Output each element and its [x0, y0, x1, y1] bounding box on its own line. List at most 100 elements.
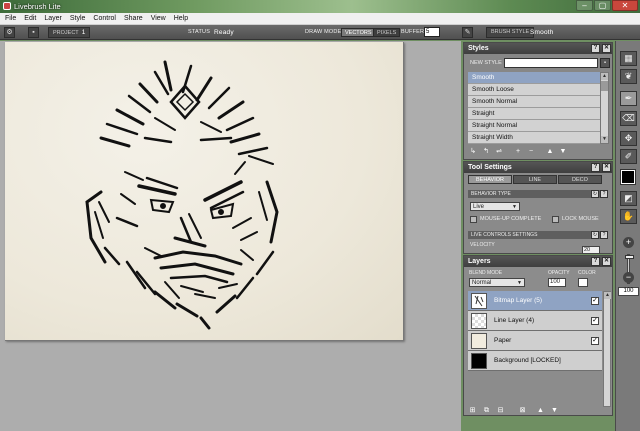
behavior-type-select[interactable]: Live ▼ — [470, 202, 520, 211]
zoom-value[interactable]: 100 — [618, 287, 639, 296]
menu-layer[interactable]: Layer — [44, 15, 62, 22]
new-style-label: NEW STYLE — [470, 60, 502, 66]
save-icon[interactable]: ▪ — [28, 27, 39, 38]
behavior-refresh-icon[interactable]: ↻ — [591, 190, 599, 198]
menu-control[interactable]: Control — [93, 15, 116, 22]
status-value: Ready — [214, 29, 234, 36]
layer-thumbnail — [471, 353, 487, 369]
add-style-icon[interactable]: + — [513, 147, 523, 157]
scroll-up-icon[interactable]: ▲ — [604, 292, 611, 299]
style-item-straight[interactable]: Straight — [468, 108, 600, 120]
hand-tool-icon[interactable]: ✋ — [620, 209, 637, 224]
layer-visibility-checkbox[interactable]: ✓ — [591, 337, 599, 345]
mouse-up-complete-checkbox[interactable]: MOUSE-UP COMPLETE — [470, 215, 541, 223]
tab-behavior[interactable]: BEHAVIOR — [468, 175, 512, 184]
checkbox-box[interactable] — [552, 215, 559, 223]
layer-color-swatch[interactable] — [578, 278, 588, 287]
mouse-up-complete-label: MOUSE-UP COMPLETE — [480, 216, 542, 222]
minimize-button[interactable]: – — [576, 0, 593, 11]
merge-layer-icon[interactable]: ⊟ — [496, 406, 505, 415]
layer-row-bitmap[interactable]: Bitmap Layer (5) ✓ — [468, 291, 602, 311]
move-style-down-icon[interactable]: ▼ — [558, 147, 568, 157]
new-layer-icon[interactable]: ⊞ — [468, 406, 477, 415]
zoom-slider-knob[interactable] — [625, 255, 634, 259]
menu-view[interactable]: View — [151, 15, 166, 22]
layer-row-line[interactable]: Line Layer (4) ✓ — [468, 311, 602, 331]
remove-style-icon[interactable]: − — [526, 147, 536, 157]
opacity-input[interactable]: 100 — [548, 278, 566, 287]
live-refresh-icon[interactable]: ↻ — [591, 231, 599, 239]
link-style-icon[interactable]: ⇌ — [494, 147, 504, 157]
new-style-save-icon[interactable]: ▪ — [600, 58, 610, 68]
brush-icon[interactable]: ✎ — [462, 27, 473, 38]
zoom-out-icon[interactable]: − — [623, 272, 634, 283]
fill-tool-icon[interactable]: ◩ — [620, 191, 637, 206]
layers-close-button[interactable]: ✕ — [602, 257, 611, 266]
checkbox-box[interactable] — [470, 215, 477, 223]
menu-style[interactable]: Style — [70, 15, 86, 22]
style-item-smooth-normal[interactable]: Smooth Normal — [468, 96, 600, 108]
move-style-up-icon[interactable]: ▲ — [545, 147, 555, 157]
transform-tool-icon[interactable]: ✥ — [620, 131, 637, 146]
styles-help-button[interactable]: ? — [591, 44, 600, 53]
menu-file[interactable]: File — [5, 15, 16, 22]
menu-bar: File Edit Layer Style Control Share View… — [0, 13, 640, 25]
import-style-icon[interactable]: ↳ — [468, 147, 478, 157]
styles-toggle-icon[interactable]: ▦ — [620, 51, 637, 66]
eraser-tool-icon[interactable]: ⌫ — [620, 111, 637, 126]
settings-gear-icon[interactable]: ⚙ — [4, 27, 15, 38]
lock-mouse-checkbox[interactable]: LOCK MOUSE — [552, 215, 599, 223]
lock-mouse-label: LOCK MOUSE — [562, 216, 599, 222]
scroll-up-icon[interactable]: ▲ — [601, 73, 608, 80]
pen-tool-icon[interactable]: ✒ — [620, 91, 637, 106]
menu-help[interactable]: Help — [174, 15, 188, 22]
buffer-input[interactable]: 5 — [424, 27, 440, 37]
pixels-toggle[interactable]: PIXELS — [373, 28, 401, 37]
brush-tool-icon[interactable]: ❦ — [620, 69, 637, 84]
tool-strip: ▦ ❦ ✒ ⌫ ✥ ✐ ◩ ✋ + − 100 — [615, 41, 640, 431]
styles-close-button[interactable]: ✕ — [602, 44, 611, 53]
active-color-chip[interactable] — [620, 169, 636, 185]
style-item-smooth-loose[interactable]: Smooth Loose — [468, 84, 600, 96]
style-item-straight-normal[interactable]: Straight Normal — [468, 120, 600, 132]
menu-edit[interactable]: Edit — [24, 15, 36, 22]
tab-line[interactable]: LINE — [513, 175, 557, 184]
layer-visibility-checkbox[interactable]: ✓ — [591, 317, 599, 325]
velocity-input[interactable]: 20 — [582, 246, 600, 254]
window-title: Livebrush Lite — [14, 2, 61, 11]
canvas-workarea[interactable] — [0, 41, 461, 431]
layer-visibility-checkbox[interactable]: ✓ — [591, 297, 599, 305]
scroll-down-icon[interactable]: ▼ — [601, 136, 608, 143]
style-list-scrollbar[interactable]: ▲ ▼ — [600, 72, 609, 144]
vectors-toggle[interactable]: VECTORS — [341, 28, 376, 37]
delete-layer-icon[interactable]: ⊠ — [518, 406, 527, 415]
close-button[interactable]: ✕ — [612, 0, 638, 11]
maximize-button[interactable]: ▢ — [594, 0, 611, 11]
duplicate-layer-icon[interactable]: ⧉ — [482, 406, 491, 415]
scroll-thumb[interactable] — [601, 81, 608, 91]
style-item-straight-width[interactable]: Straight Width — [468, 132, 600, 144]
brush-style-value[interactable]: Smooth — [530, 28, 554, 37]
eyedropper-tool-icon[interactable]: ✐ — [620, 149, 637, 164]
blend-mode-select[interactable]: Normal ▼ — [469, 278, 525, 287]
layer-name: Bitmap Layer (5) — [494, 297, 543, 304]
styles-panel: Styles ? ✕ NEW STYLE ▪ Smooth Smooth Loo… — [463, 42, 613, 160]
behavior-help-icon[interactable]: ? — [600, 190, 608, 198]
drawing-canvas[interactable] — [5, 42, 404, 341]
window-controls: – ▢ ✕ — [575, 0, 638, 12]
tab-deco[interactable]: DECO — [558, 175, 602, 184]
layer-row-background[interactable]: Background [LOCKED] — [468, 351, 602, 371]
tool-settings-close-button[interactable]: ✕ — [602, 163, 611, 172]
layer-row-paper[interactable]: Paper ✓ — [468, 331, 602, 351]
zoom-in-icon[interactable]: + — [623, 237, 634, 248]
menu-share[interactable]: Share — [124, 15, 143, 22]
live-help-icon[interactable]: ? — [600, 231, 608, 239]
move-layer-down-icon[interactable]: ▼ — [550, 406, 559, 415]
move-layer-up-icon[interactable]: ▲ — [536, 406, 545, 415]
export-style-icon[interactable]: ↰ — [481, 147, 491, 157]
new-style-input[interactable] — [504, 58, 598, 68]
layers-help-button[interactable]: ? — [591, 257, 600, 266]
tool-settings-help-button[interactable]: ? — [591, 163, 600, 172]
layer-list-scrollbar[interactable]: ▲ — [603, 291, 611, 407]
style-item-smooth[interactable]: Smooth — [468, 72, 600, 84]
